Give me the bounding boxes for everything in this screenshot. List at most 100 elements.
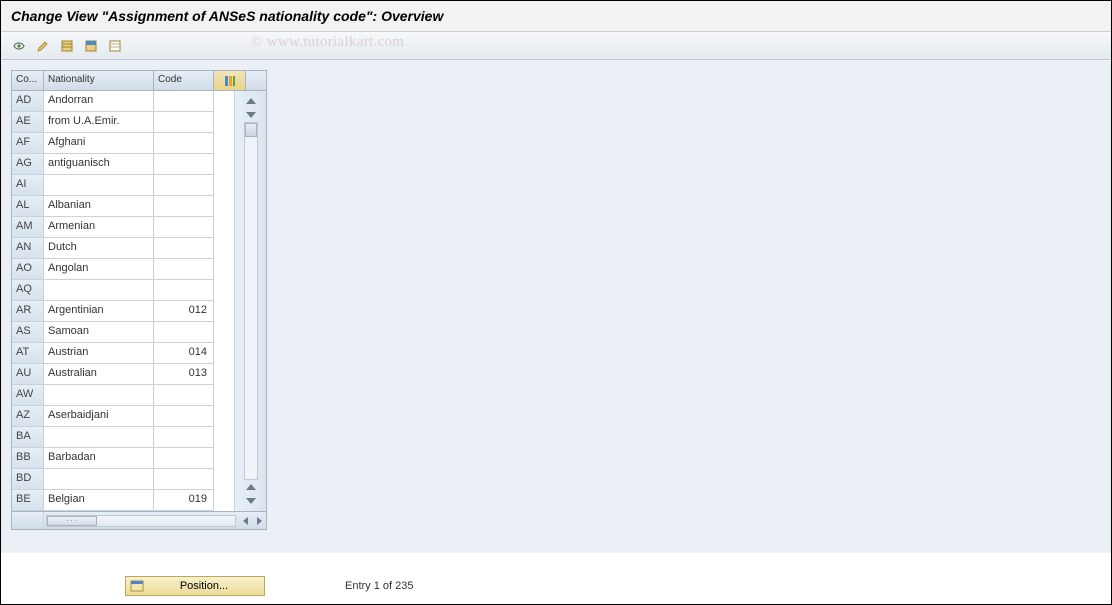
table-row[interactable]: AI [12,175,234,196]
cell-country[interactable]: AQ [12,280,44,301]
scroll-up-icon[interactable] [246,98,256,104]
cell-code[interactable] [154,259,214,280]
cell-nationality[interactable] [44,280,154,301]
table-row[interactable]: ALAlbanian [12,196,234,217]
cell-nationality[interactable]: Aserbaidjani [44,406,154,427]
scroll-down-icon[interactable] [246,112,256,118]
cell-country[interactable]: AM [12,217,44,238]
table-row[interactable]: BBBarbadan [12,448,234,469]
table-row[interactable]: ANDutch [12,238,234,259]
table-settings-icon[interactable] [214,71,246,90]
cell-code[interactable] [154,427,214,448]
col-header-country[interactable]: Co... [12,71,44,90]
cell-code[interactable] [154,154,214,175]
cell-code[interactable]: 019 [154,490,214,511]
hscroll-left-icon[interactable] [238,517,252,525]
position-button[interactable]: Position... [125,576,265,596]
cell-code[interactable] [154,280,214,301]
table-row[interactable]: AUAustralian013 [12,364,234,385]
table-row[interactable]: ATAustrian014 [12,343,234,364]
cell-code[interactable] [154,217,214,238]
table-row[interactable]: AEfrom U.A.Emir. [12,112,234,133]
scroll-page-up-icon[interactable] [246,484,256,490]
cell-nationality[interactable]: from U.A.Emir. [44,112,154,133]
cell-code[interactable] [154,385,214,406]
cell-nationality[interactable]: Afghani [44,133,154,154]
cell-code[interactable] [154,196,214,217]
cell-country[interactable]: AD [12,91,44,112]
cell-nationality[interactable]: Samoan [44,322,154,343]
cell-nationality[interactable]: Austrian [44,343,154,364]
cell-code[interactable]: 012 [154,301,214,322]
select-block-icon[interactable] [81,36,101,56]
cell-nationality[interactable] [44,385,154,406]
table-row[interactable]: BD [12,469,234,490]
table-row[interactable]: BEBelgian019 [12,490,234,511]
scroll-page-down-icon[interactable] [246,498,256,504]
cell-country[interactable]: AE [12,112,44,133]
hscroll-thumb[interactable]: ··· [47,516,97,526]
table-row[interactable]: ASSamoan [12,322,234,343]
table-row[interactable]: AQ [12,280,234,301]
cell-country[interactable]: AL [12,196,44,217]
table-row[interactable]: ARArgentinian012 [12,301,234,322]
col-header-nationality[interactable]: Nationality [44,71,154,90]
cell-country[interactable]: AI [12,175,44,196]
cell-country[interactable]: AT [12,343,44,364]
cell-country[interactable]: AU [12,364,44,385]
cell-code[interactable] [154,469,214,490]
cell-country[interactable]: BA [12,427,44,448]
scroll-track[interactable] [244,122,258,480]
cell-code[interactable] [154,91,214,112]
table-row[interactable]: BA [12,427,234,448]
hscroll-track[interactable]: ··· [46,515,236,527]
table-row[interactable]: ADAndorran [12,91,234,112]
cell-nationality[interactable]: Argentinian [44,301,154,322]
cell-country[interactable]: AG [12,154,44,175]
cell-nationality[interactable] [44,469,154,490]
cell-country[interactable]: AS [12,322,44,343]
cell-code[interactable] [154,448,214,469]
vertical-scrollbar[interactable] [234,91,266,511]
cell-nationality[interactable] [44,427,154,448]
cell-country[interactable]: AO [12,259,44,280]
cell-nationality[interactable]: antiguanisch [44,154,154,175]
cell-nationality[interactable]: Australian [44,364,154,385]
cell-country[interactable]: AW [12,385,44,406]
cell-nationality[interactable]: Dutch [44,238,154,259]
change-icon[interactable] [33,36,53,56]
cell-nationality[interactable]: Belgian [44,490,154,511]
cell-nationality[interactable]: Angolan [44,259,154,280]
cell-code[interactable] [154,322,214,343]
cell-country[interactable]: AZ [12,406,44,427]
cell-country[interactable]: AN [12,238,44,259]
table-row[interactable]: AZAserbaidjani [12,406,234,427]
cell-nationality[interactable] [44,175,154,196]
scroll-thumb[interactable] [245,123,257,137]
cell-code[interactable] [154,133,214,154]
hscroll-right-icon[interactable] [252,517,266,525]
table-row[interactable]: AFAfghani [12,133,234,154]
cell-country[interactable]: BE [12,490,44,511]
cell-country[interactable]: BD [12,469,44,490]
select-all-icon[interactable] [57,36,77,56]
cell-nationality[interactable]: Albanian [44,196,154,217]
cell-nationality[interactable]: Andorran [44,91,154,112]
cell-country[interactable]: BB [12,448,44,469]
cell-code[interactable] [154,175,214,196]
cell-code[interactable] [154,112,214,133]
other-view-icon[interactable] [9,36,29,56]
table-row[interactable]: AOAngolan [12,259,234,280]
table-row[interactable]: AGantiguanisch [12,154,234,175]
cell-code[interactable] [154,238,214,259]
cell-code[interactable] [154,406,214,427]
table-row[interactable]: AW [12,385,234,406]
cell-nationality[interactable]: Armenian [44,217,154,238]
cell-code[interactable]: 013 [154,364,214,385]
deselect-all-icon[interactable] [105,36,125,56]
cell-nationality[interactable]: Barbadan [44,448,154,469]
cell-country[interactable]: AR [12,301,44,322]
col-header-code[interactable]: Code [154,71,214,90]
cell-code[interactable]: 014 [154,343,214,364]
table-row[interactable]: AMArmenian [12,217,234,238]
